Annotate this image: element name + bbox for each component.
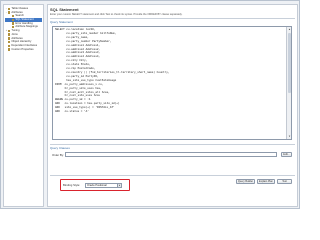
order-by-label: Order By: <box>52 153 64 157</box>
binding-style-group: Binding Style: Oracle Positional ▼ <box>60 179 130 191</box>
folder-icon <box>12 22 15 25</box>
binding-style-label: Binding Style: <box>63 183 81 187</box>
folder-icon <box>8 33 11 36</box>
folder-icon <box>12 15 15 18</box>
sql-text[interactable]: SELECT cu.location loc30, cu.party_site_… <box>55 28 283 114</box>
window-frame: − Table Classes − Attributes Search SQL State… <box>0 0 300 209</box>
folder-icon <box>12 18 15 22</box>
tree-item-label: Custom Properties <box>11 47 34 51</box>
query-statement-heading: Query Statement <box>50 20 73 24</box>
sql-line[interactable]: AND cu.status = 'A' <box>55 110 283 114</box>
sql-editor[interactable]: SELECT cu.location loc30, cu.party_site_… <box>52 26 292 140</box>
edit-button[interactable]: Edit... <box>281 152 292 157</box>
page-description: Enter your custom SELECT statement and c… <box>50 13 183 16</box>
folder-icon <box>8 11 11 14</box>
tree-item[interactable]: Custom Properties <box>5 48 42 52</box>
folder-icon <box>12 26 15 29</box>
folder-icon <box>8 48 11 51</box>
binding-style-value: Oracle Positional <box>87 183 107 187</box>
folder-icon <box>8 44 11 47</box>
query-clauses-heading: Query Clauses <box>50 146 70 150</box>
scroll-down-icon[interactable]: ▼ <box>287 134 291 139</box>
folder-icon <box>8 37 11 40</box>
scroll-up-icon[interactable]: ▲ <box>287 27 291 32</box>
explain-plan-button[interactable]: Explain Plan <box>257 179 275 184</box>
binding-style-select[interactable]: Oracle Positional ▼ <box>85 182 122 188</box>
folder-icon <box>8 7 11 11</box>
page-title: SQL Statement <box>50 7 79 12</box>
navigation-tree[interactable]: − Table Classes − Attributes Search SQL State… <box>3 4 44 207</box>
order-by-input[interactable] <box>65 152 277 157</box>
folder-icon <box>8 40 11 44</box>
divider <box>50 18 295 19</box>
divider <box>50 144 295 145</box>
sql-statement-panel: SQL Statement Enter your custom SELECT s… <box>47 4 298 207</box>
query-builder-button[interactable]: Query Builder <box>236 179 255 184</box>
test-button[interactable]: Test <box>277 179 292 184</box>
chevron-down-icon[interactable]: ▼ <box>117 183 121 187</box>
scroll-thumb[interactable] <box>287 33 291 93</box>
sql-editor-scrollbar[interactable]: ▲ ▼ <box>286 27 291 139</box>
folder-icon <box>8 29 11 33</box>
divider <box>50 175 295 176</box>
